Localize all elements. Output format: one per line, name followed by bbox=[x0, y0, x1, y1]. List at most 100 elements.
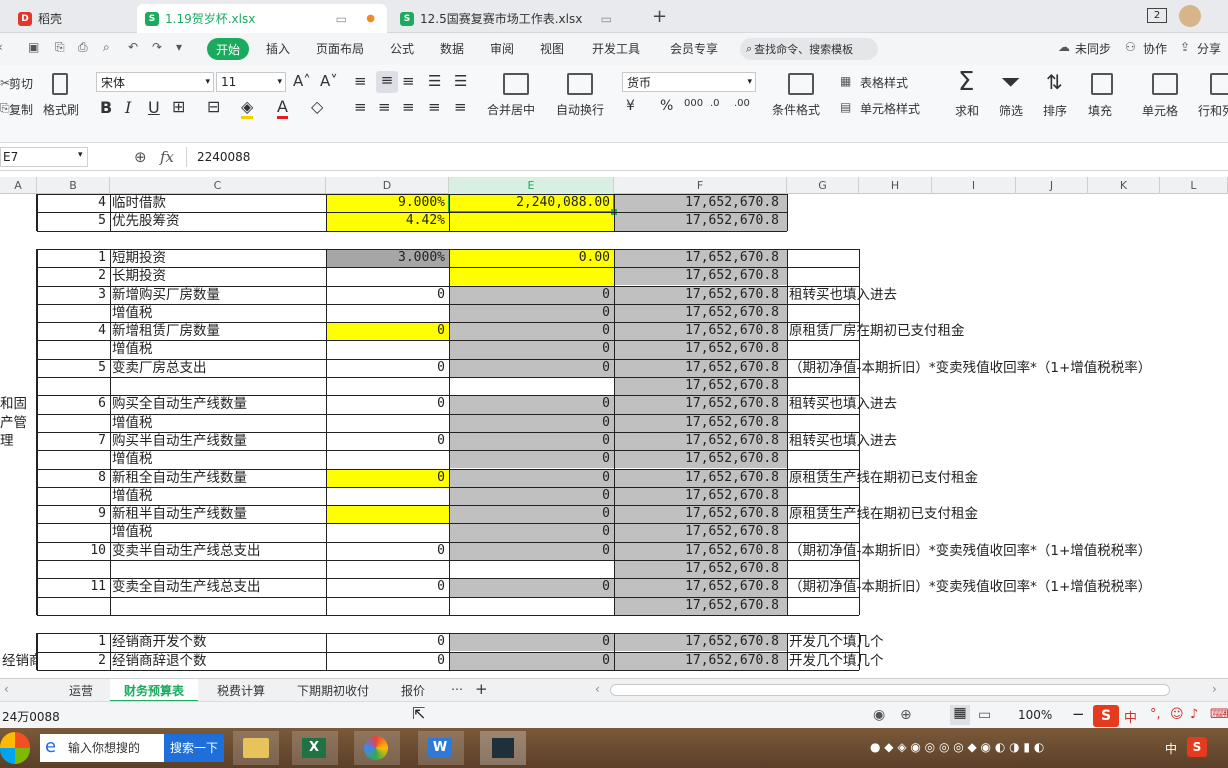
indent-icon[interactable]: ☰ bbox=[428, 72, 441, 90]
cell-f[interactable]: 17,652,670.8 bbox=[614, 633, 783, 651]
cell-g[interactable] bbox=[789, 523, 1228, 541]
recorder-icon[interactable] bbox=[480, 731, 526, 765]
print-icon[interactable]: ⎙ bbox=[78, 40, 88, 55]
font-color-icon[interactable]: A bbox=[277, 97, 288, 119]
cell-e[interactable] bbox=[449, 231, 614, 249]
menu-member[interactable]: 会员专享 bbox=[670, 40, 718, 57]
cell-g[interactable] bbox=[789, 615, 1228, 633]
rowcol-button[interactable]: 行和列 bbox=[1198, 102, 1228, 119]
dropdown-icon[interactable]: ▾ bbox=[176, 40, 182, 54]
chevron-left-icon[interactable]: ‹ bbox=[4, 682, 9, 696]
cell-g[interactable] bbox=[789, 304, 1228, 322]
redo-icon[interactable]: ↷ bbox=[152, 40, 162, 54]
cell-b[interactable] bbox=[37, 487, 110, 505]
column-header-c[interactable]: C bbox=[110, 177, 326, 194]
font-name-select[interactable]: 宋体 ▾ bbox=[96, 72, 214, 92]
settings-icon[interactable]: ⊕ bbox=[900, 707, 912, 723]
column-header-e[interactable]: E bbox=[449, 177, 614, 194]
menu-data[interactable]: 数据 bbox=[440, 40, 464, 57]
cell-f[interactable]: 17,652,670.8 bbox=[614, 542, 783, 560]
tab-docer[interactable]: D 稻壳 bbox=[10, 4, 130, 33]
cell-d[interactable]: 0 bbox=[326, 652, 449, 670]
menu-formula[interactable]: 公式 bbox=[390, 40, 414, 57]
cell-c[interactable]: 增值税 bbox=[112, 414, 326, 432]
cell-f[interactable]: 17,652,670.8 bbox=[614, 340, 783, 358]
cell-d[interactable]: 0 bbox=[326, 286, 449, 304]
merge-center-button[interactable]: 合并居中 bbox=[487, 101, 535, 118]
cell-f[interactable]: 17,652,670.8 bbox=[614, 652, 783, 670]
cell-g[interactable] bbox=[789, 450, 1228, 468]
cell-c[interactable]: 新租半自动生产线数量 bbox=[112, 505, 326, 523]
cell-b[interactable] bbox=[37, 597, 110, 615]
cell-c[interactable]: 增值税 bbox=[112, 487, 326, 505]
cell-e[interactable]: 0 bbox=[449, 487, 614, 505]
column-header-h[interactable]: H bbox=[859, 177, 932, 194]
cell-e[interactable]: 0 bbox=[449, 340, 614, 358]
scroll-right-icon[interactable]: › bbox=[1212, 682, 1217, 696]
cell-g[interactable] bbox=[789, 212, 1228, 230]
cell-e[interactable] bbox=[449, 560, 614, 578]
cell-c[interactable]: 经销商辞退个数 bbox=[112, 652, 326, 670]
wps-icon[interactable]: W bbox=[418, 731, 464, 765]
cell-e[interactable]: 0 bbox=[449, 578, 614, 596]
fx-icon[interactable]: fx bbox=[160, 148, 174, 166]
punct-icon[interactable]: °, bbox=[1150, 707, 1161, 722]
cell-d[interactable]: 0 bbox=[326, 322, 449, 340]
cell-e[interactable]: 0 bbox=[449, 414, 614, 432]
cell-e[interactable]: 0 bbox=[449, 432, 614, 450]
cell-b[interactable]: 1 bbox=[37, 249, 110, 267]
cell-c[interactable]: 短期投资 bbox=[112, 249, 326, 267]
cell-b[interactable] bbox=[37, 414, 110, 432]
cell-b[interactable]: 9 bbox=[37, 505, 110, 523]
cell-d[interactable]: 0 bbox=[326, 542, 449, 560]
cell-c[interactable]: 增值税 bbox=[112, 340, 326, 358]
cell-e[interactable]: 0 bbox=[449, 542, 614, 560]
sheet-tab-quote[interactable]: 报价 bbox=[401, 682, 425, 699]
cell-d[interactable] bbox=[326, 450, 449, 468]
align-left-icon[interactable]: ≡ bbox=[354, 98, 367, 116]
cell-g[interactable] bbox=[789, 414, 1228, 432]
cell-f[interactable]: 17,652,670.8 bbox=[614, 212, 783, 230]
cell-g[interactable]: 原租赁生产线在期初已支付租金 bbox=[789, 469, 1228, 487]
cell-style-icon[interactable]: ⊟ bbox=[207, 97, 220, 116]
horizontal-scrollbar[interactable] bbox=[610, 684, 1170, 696]
page-view-icon[interactable]: ▭ bbox=[978, 707, 991, 723]
menu-start[interactable]: 开始 bbox=[207, 38, 249, 60]
cell-f[interactable]: 17,652,670.8 bbox=[614, 450, 783, 468]
cell-d[interactable]: 0 bbox=[326, 359, 449, 377]
cell-e[interactable]: 0 bbox=[449, 359, 614, 377]
underline-icon[interactable]: U bbox=[148, 98, 160, 117]
cell-g[interactable]: 原租赁生产线在期初已支付租金 bbox=[789, 505, 1228, 523]
column-header-l[interactable]: L bbox=[1160, 177, 1228, 194]
normal-view-icon[interactable]: ▦ bbox=[950, 705, 970, 725]
column-header-i[interactable]: I bbox=[932, 177, 1016, 194]
explorer-icon[interactable] bbox=[233, 731, 279, 765]
cell-b[interactable]: 7 bbox=[37, 432, 110, 450]
column-header-b[interactable]: B bbox=[37, 177, 110, 194]
cell-f[interactable]: 17,652,670.8 bbox=[614, 249, 783, 267]
cell-e[interactable]: 0 bbox=[449, 523, 614, 541]
sheet-tab-tax[interactable]: 税费计算 bbox=[217, 682, 265, 699]
cell-b[interactable] bbox=[37, 304, 110, 322]
decrease-decimal-icon[interactable]: .00 bbox=[734, 98, 750, 109]
cell-b[interactable]: 2 bbox=[37, 652, 110, 670]
cell-g[interactable]: 开发几个填几个 bbox=[789, 652, 1228, 670]
cell-g[interactable]: 租转买也填入进去 bbox=[789, 395, 1228, 413]
preview-icon[interactable]: ⌕ bbox=[103, 40, 110, 55]
formula-input[interactable]: 2240088 bbox=[186, 147, 1228, 167]
monitor-icon[interactable]: ▭ bbox=[601, 12, 612, 26]
cell-g[interactable]: 开发几个填几个 bbox=[789, 633, 1228, 651]
cell-e[interactable]: 0 bbox=[449, 322, 614, 340]
cell-f[interactable]: 17,652,670.8 bbox=[614, 304, 783, 322]
cut-button[interactable]: 剪切 bbox=[9, 75, 33, 92]
cell-e[interactable]: 0 bbox=[449, 286, 614, 304]
cell-f[interactable]: 17,652,670.8 bbox=[614, 560, 783, 578]
cell-f[interactable] bbox=[614, 231, 783, 249]
cell-e[interactable]: 0 bbox=[449, 505, 614, 523]
cell-b[interactable]: 10 bbox=[37, 542, 110, 560]
scroll-left-icon[interactable]: ‹ bbox=[595, 682, 600, 696]
cell-d[interactable] bbox=[326, 304, 449, 322]
cell-d[interactable]: 9.000% bbox=[326, 194, 449, 212]
copy-button[interactable]: 复制 bbox=[9, 101, 33, 118]
taskbar-search-input[interactable]: 输入你想搜的 bbox=[40, 734, 164, 762]
